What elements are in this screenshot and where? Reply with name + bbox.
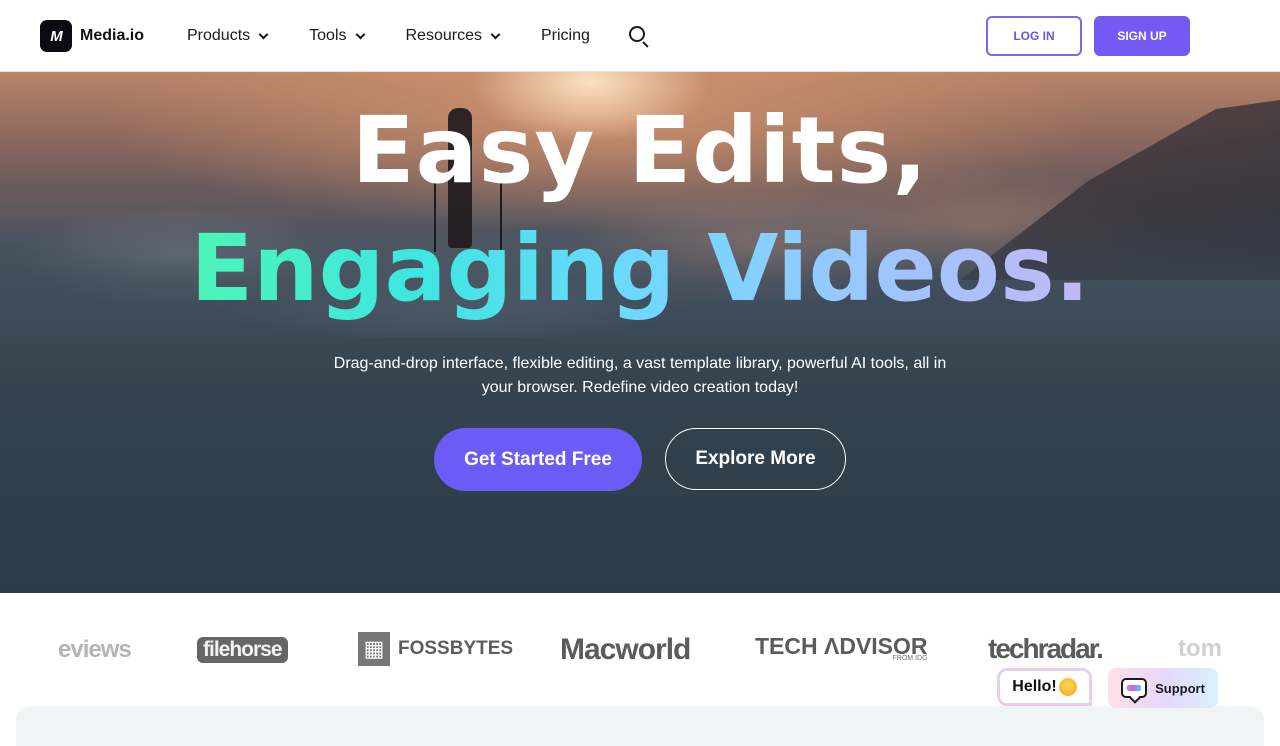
hello-chat-bubble[interactable]: Hello! — [997, 668, 1092, 706]
hero-headline-line2: Engaging Videos. — [0, 218, 1280, 319]
logo-mark-text: M — [50, 27, 62, 45]
login-button[interactable]: LOG IN — [986, 16, 1082, 56]
hello-label: Hello! — [1012, 678, 1057, 695]
nav-pricing[interactable]: Pricing — [541, 27, 590, 45]
press-logo-reviews: eviews — [58, 636, 132, 663]
nav-tools[interactable]: Tools — [309, 27, 365, 45]
top-navigation: M Media.io Products Tools Resources Pric… — [0, 0, 1280, 72]
press-logo-filehorse: filehorse — [197, 637, 288, 663]
signup-button[interactable]: SIGN UP — [1094, 16, 1190, 56]
support-label: Support — [1155, 680, 1205, 696]
nav-pricing-label: Pricing — [540, 27, 590, 44]
smiley-emoji-icon — [1058, 678, 1077, 696]
chat-support-icon — [1121, 678, 1148, 698]
press-logo-tech-advisor-subtext: FROM IDG — [892, 655, 928, 662]
search-icon-lens — [628, 26, 645, 42]
hero-headline-line1: Easy Edits, — [351, 97, 929, 204]
search-icon[interactable] — [628, 25, 650, 48]
hero-subtitle: Drag-and-drop interface, flexible editin… — [333, 355, 947, 396]
explore-more-button[interactable]: Explore More — [665, 428, 846, 490]
press-logo-tech-advisor: TECH ΛDVISOR FROM IDG — [755, 633, 928, 662]
press-logo-techradar: techradar. — [988, 633, 1104, 664]
nav-products-label: Products — [187, 27, 251, 44]
brand-name: Media.io — [80, 27, 145, 44]
main-nav: Products Tools Resources Pricing — [187, 0, 650, 72]
chevron-down-icon — [355, 29, 365, 39]
brand-logo[interactable]: M Media.io — [40, 20, 144, 52]
next-section-panel — [16, 706, 1264, 746]
nav-products[interactable]: Products — [187, 27, 269, 45]
support-button[interactable]: Support — [1108, 668, 1218, 708]
nav-resources-label: Resources — [405, 27, 482, 44]
nav-resources[interactable]: Resources — [405, 27, 501, 45]
hero-section: Easy Edits, Engaging Videos. Drag-and-dr… — [0, 72, 1280, 593]
press-logo-fossbytes: ▦ FOSSBYTES — [358, 632, 513, 666]
chevron-down-icon — [258, 29, 269, 39]
press-logo-fossbytes-text: FOSSBYTES — [398, 638, 514, 659]
media-io-logo-icon: M — [40, 20, 72, 52]
fossbytes-logo-icon: ▦ — [358, 632, 390, 666]
nav-tools-label: Tools — [309, 27, 347, 44]
search-icon-handle — [642, 41, 649, 48]
hero-headline-gradient-text: Engaging Videos. — [190, 215, 1090, 322]
chevron-down-icon — [490, 29, 501, 39]
press-logo-macworld: Macworld — [560, 633, 691, 666]
press-logo-toms: tom — [1178, 635, 1222, 662]
get-started-free-button[interactable]: Get Started Free — [434, 428, 642, 491]
